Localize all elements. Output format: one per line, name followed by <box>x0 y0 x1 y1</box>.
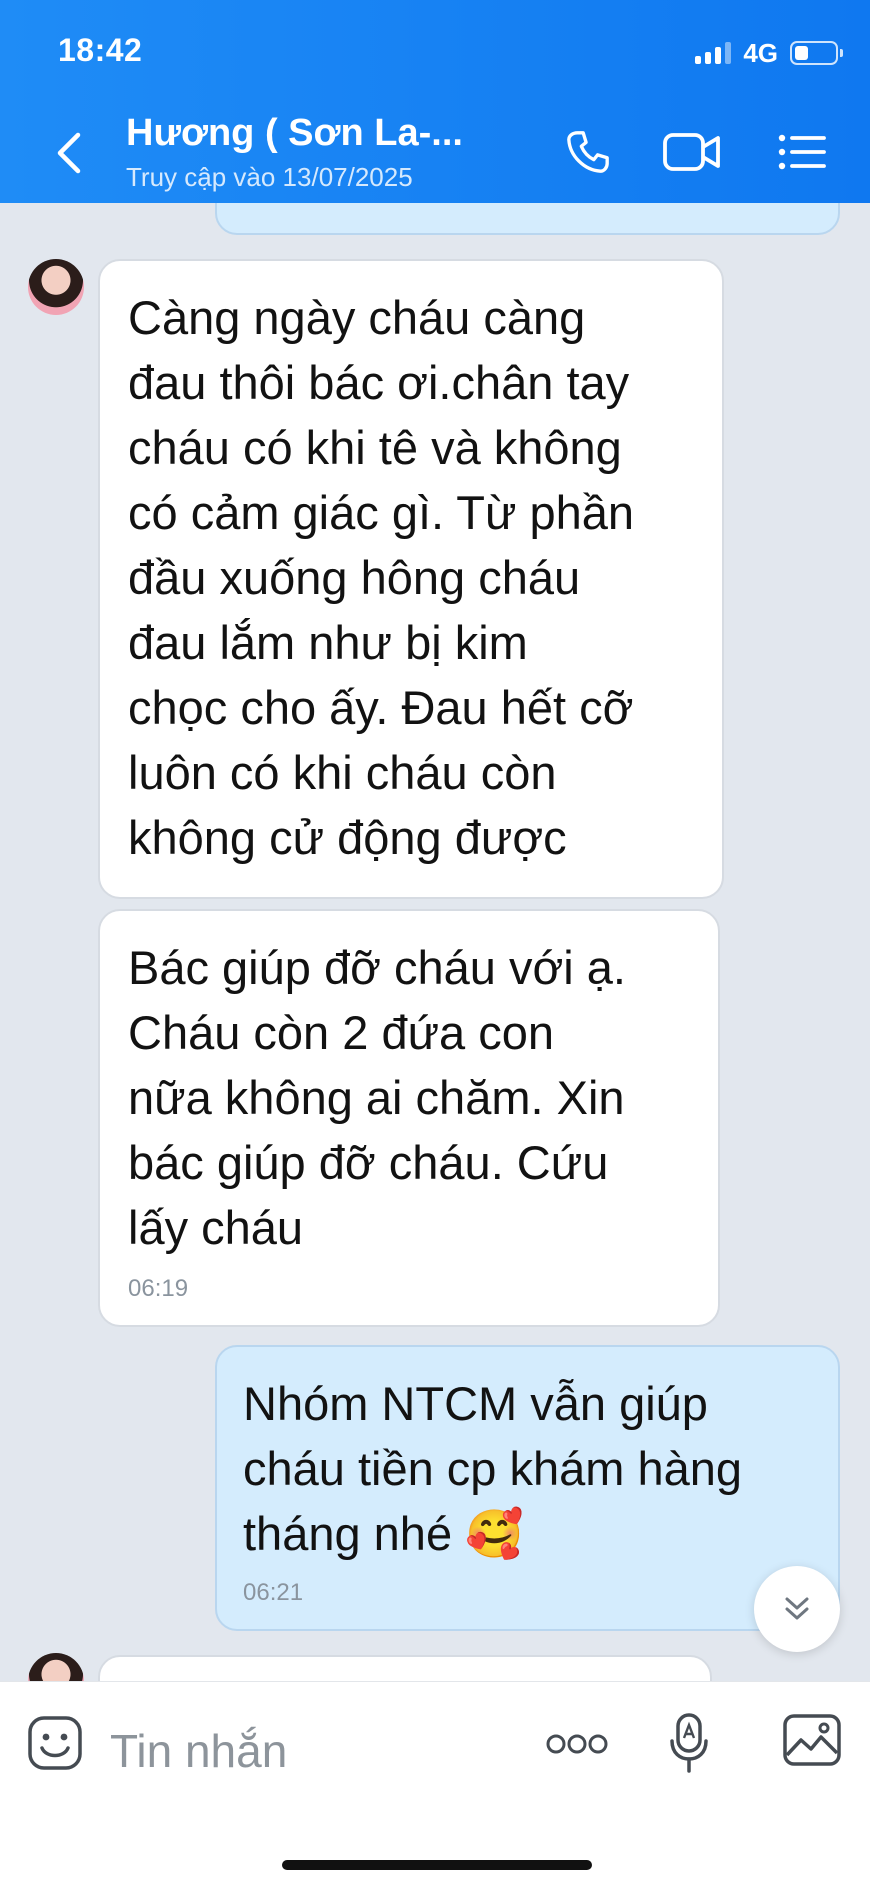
previous-message-bubble[interactable] <box>215 203 840 235</box>
contact-avatar[interactable] <box>28 259 84 315</box>
contact-name[interactable]: Hương ( Sơn La-... <box>126 112 463 155</box>
back-chevron-icon <box>57 132 81 174</box>
video-call-button[interactable] <box>660 126 724 178</box>
more-dots-icon <box>546 1734 608 1754</box>
contact-avatar[interactable] <box>28 1653 84 1681</box>
menu-list-icon <box>778 134 826 170</box>
photo-button[interactable] <box>782 1712 842 1768</box>
sticker-button[interactable] <box>26 1714 84 1772</box>
network-type: 4G <box>743 37 778 68</box>
double-chevron-down-icon <box>785 1597 809 1620</box>
emoji-icon <box>28 1716 82 1770</box>
last-seen-status: Truy cập vào 13/07/2025 <box>126 162 413 192</box>
signal-strength-icon <box>695 42 732 64</box>
home-indicator <box>282 1860 592 1870</box>
my-message-bubble[interactable]: Nhóm NTCM vẫn giúp cháu tiền cp khám hàn… <box>215 1345 840 1631</box>
scroll-to-bottom-button[interactable] <box>754 1566 840 1652</box>
phone-icon <box>567 131 609 173</box>
message-time: 06:21 <box>243 1579 304 1606</box>
menu-button[interactable] <box>774 126 830 178</box>
next-message-bubble[interactable] <box>98 1655 712 1681</box>
message-time: 06:19 <box>128 1275 189 1302</box>
battery-icon <box>790 41 843 65</box>
microphone-icon <box>670 1713 708 1773</box>
message-text: Nhóm NTCM vẫn giúp cháu tiền cp khám hàn… <box>243 1377 743 1560</box>
image-gallery-icon <box>783 1714 841 1766</box>
message-bubble[interactable]: Bác giúp đỡ cháu với ạ. Cháu còn 2 đứa c… <box>98 909 720 1327</box>
more-options-button[interactable] <box>546 1726 608 1762</box>
message-bubble[interactable]: Càng ngày cháu càng đau thôi bác ơi.chân… <box>98 259 724 899</box>
message-input-bar <box>0 1681 870 1884</box>
phone-call-button[interactable] <box>560 126 616 178</box>
chat-header: 18:42 4G Hương ( Sơn La-... Truy cập vào… <box>0 0 870 203</box>
message-input[interactable] <box>110 1720 510 1782</box>
message-text: Càng ngày cháu càng đau thôi bác ơi.chân… <box>128 291 635 864</box>
status-indicators: 4G <box>695 36 843 70</box>
voice-message-button[interactable] <box>666 1708 712 1778</box>
status-time: 18:42 <box>58 32 143 68</box>
video-call-icon <box>663 133 720 171</box>
back-button[interactable] <box>48 128 88 178</box>
message-text: Bác giúp đỡ cháu với ạ. Cháu còn 2 đứa c… <box>128 941 626 1254</box>
message-list[interactable]: Càng ngày cháu càng đau thôi bác ơi.chân… <box>0 203 870 1681</box>
